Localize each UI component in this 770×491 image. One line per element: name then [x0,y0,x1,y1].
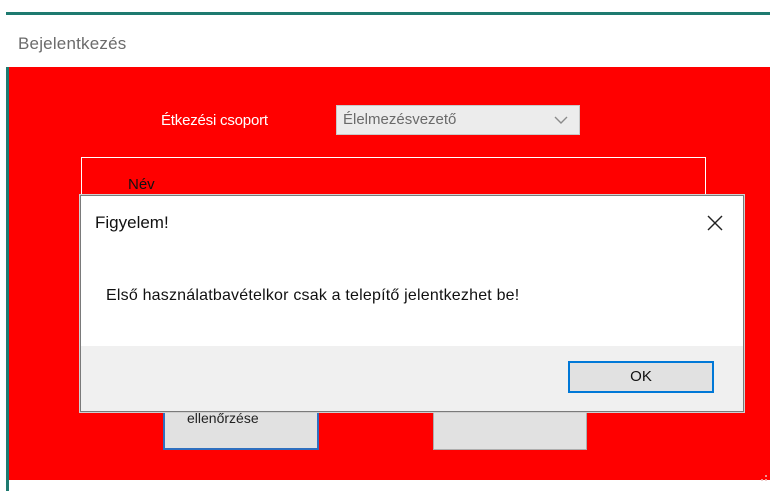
meal-group-value: Élelmezésvezető [343,111,457,128]
ok-button[interactable]: OK [568,361,714,393]
close-icon[interactable] [697,206,731,238]
window-bottom-edge [9,480,770,491]
resize-grip-icon[interactable] [756,470,768,482]
meal-group-select[interactable]: Élelmezésvezető [336,105,580,135]
name-label: Név [128,176,155,193]
warning-dialog: Figyelem! Első használatbavételkor csak … [80,195,744,412]
meal-group-label: Étkezési csoport [161,112,268,129]
window-title: Bejelentkezés [18,34,127,53]
window-titlebar[interactable]: Bejelentkezés [3,15,770,67]
dialog-footer: OK [81,346,743,411]
check-button-label: ellenőrzése [187,410,259,426]
dialog-title: Figyelem! [95,213,169,232]
dialog-message: Első használatbavételkor csak a telepítő… [106,287,520,304]
chevron-down-icon [551,112,571,128]
